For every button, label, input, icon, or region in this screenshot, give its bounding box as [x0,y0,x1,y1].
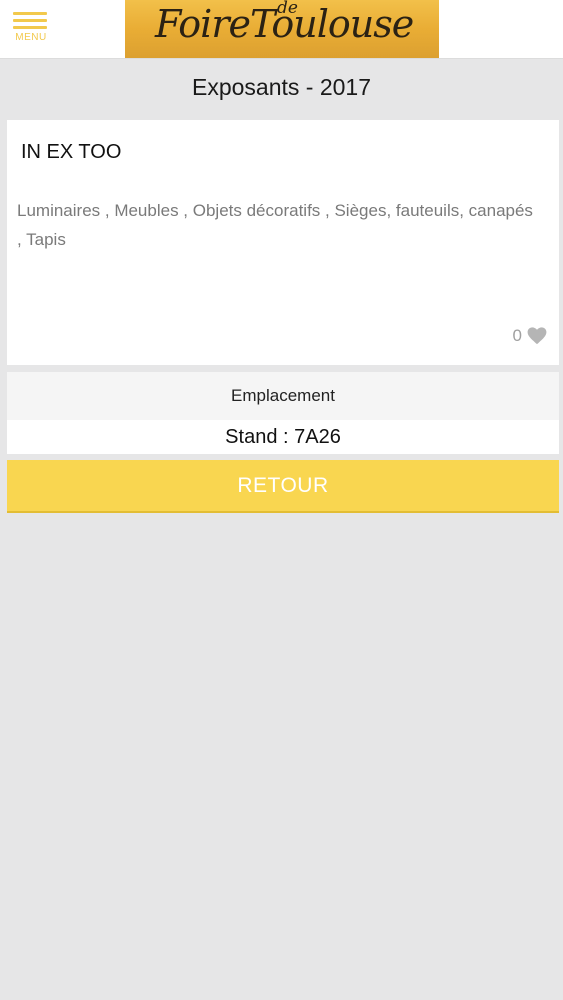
hamburger-icon [13,12,47,15]
emplacement-label: Emplacement [7,372,559,420]
exhibitor-name: IN EX TOO [21,141,122,163]
top-bar: MENU FoireToulouse de [0,0,563,59]
page-title: Exposants - 2017 [191,74,371,100]
menu-button[interactable]: MENU [11,10,51,46]
logo-de-text: de [277,0,298,18]
menu-label: MENU [15,32,47,43]
like-button[interactable]: 0 [513,326,547,346]
stand-number: Stand : 7A26 [7,420,559,454]
heart-icon [527,327,547,345]
like-count: 0 [512,326,522,345]
exhibitor-card: IN EX TOO Luminaires , Meubles , Objets … [7,120,559,365]
hamburger-icon-line [13,19,47,22]
back-button[interactable]: RETOUR [7,460,559,513]
foire-de-toulouse-logo: FoireToulouse de [125,0,439,58]
exhibitor-categories: Luminaires , Meubles , Objets décoratifs… [17,201,533,249]
hamburger-icon-line [13,26,47,29]
